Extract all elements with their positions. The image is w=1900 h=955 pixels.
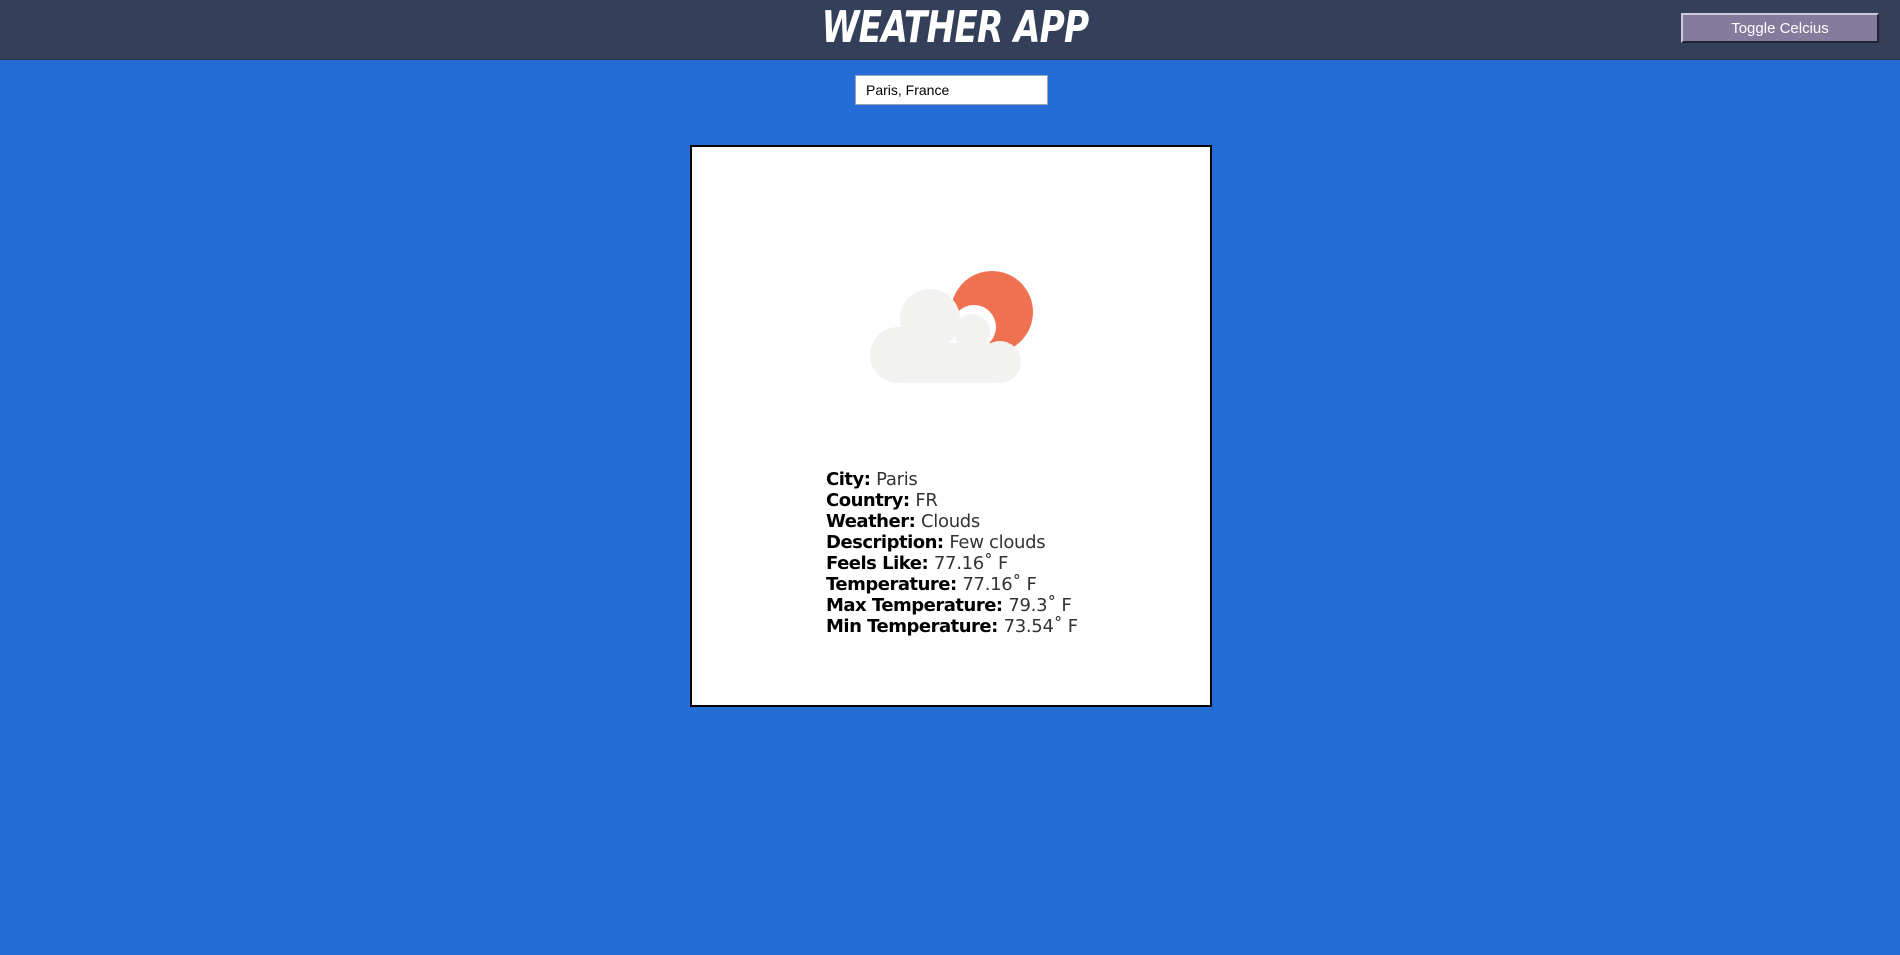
max-temperature-row: Max Temperature: 79.3˚ F — [826, 595, 1078, 616]
city-label: City: — [826, 469, 871, 490]
description-label: Description: — [826, 532, 944, 553]
country-row: Country: FR — [826, 490, 1078, 511]
min-temperature-value: 73.54˚ F — [1003, 616, 1079, 637]
feels-like-value: 77.16˚ F — [933, 553, 1009, 574]
max-temperature-label: Max Temperature: — [826, 595, 1003, 616]
feels-like-row: Feels Like: 77.16˚ F — [826, 553, 1078, 574]
description-value: Few clouds — [949, 532, 1046, 553]
toggle-celcius-button[interactable]: Toggle Celcius — [1681, 13, 1879, 43]
app-title: WEATHER APP — [821, 2, 1090, 53]
feels-like-label: Feels Like: — [826, 553, 929, 574]
city-value: Paris — [876, 469, 918, 490]
city-search-input[interactable] — [855, 75, 1048, 105]
max-temperature-value: 79.3˚ F — [1008, 595, 1072, 616]
min-temperature-row: Min Temperature: 73.54˚ F — [826, 616, 1078, 637]
temperature-value: 77.16˚ F — [962, 574, 1037, 595]
few-clouds-icon — [870, 271, 1033, 383]
weather-card: City: Paris Country: FR Weather: Clouds … — [690, 145, 1212, 707]
min-temperature-label: Min Temperature: — [826, 616, 998, 637]
description-row: Description: Few clouds — [826, 532, 1078, 553]
city-row: City: Paris — [826, 469, 1078, 490]
country-value: FR — [915, 490, 938, 511]
top-bar: WEATHER APP Toggle Celcius — [0, 0, 1900, 60]
weather-label: Weather: — [826, 511, 916, 532]
weather-info: City: Paris Country: FR Weather: Clouds … — [826, 469, 1078, 637]
temperature-row: Temperature: 77.16˚ F — [826, 574, 1078, 595]
temperature-label: Temperature: — [826, 574, 957, 595]
weather-value: Clouds — [921, 511, 981, 532]
weather-row: Weather: Clouds — [826, 511, 1078, 532]
country-label: Country: — [826, 490, 910, 511]
